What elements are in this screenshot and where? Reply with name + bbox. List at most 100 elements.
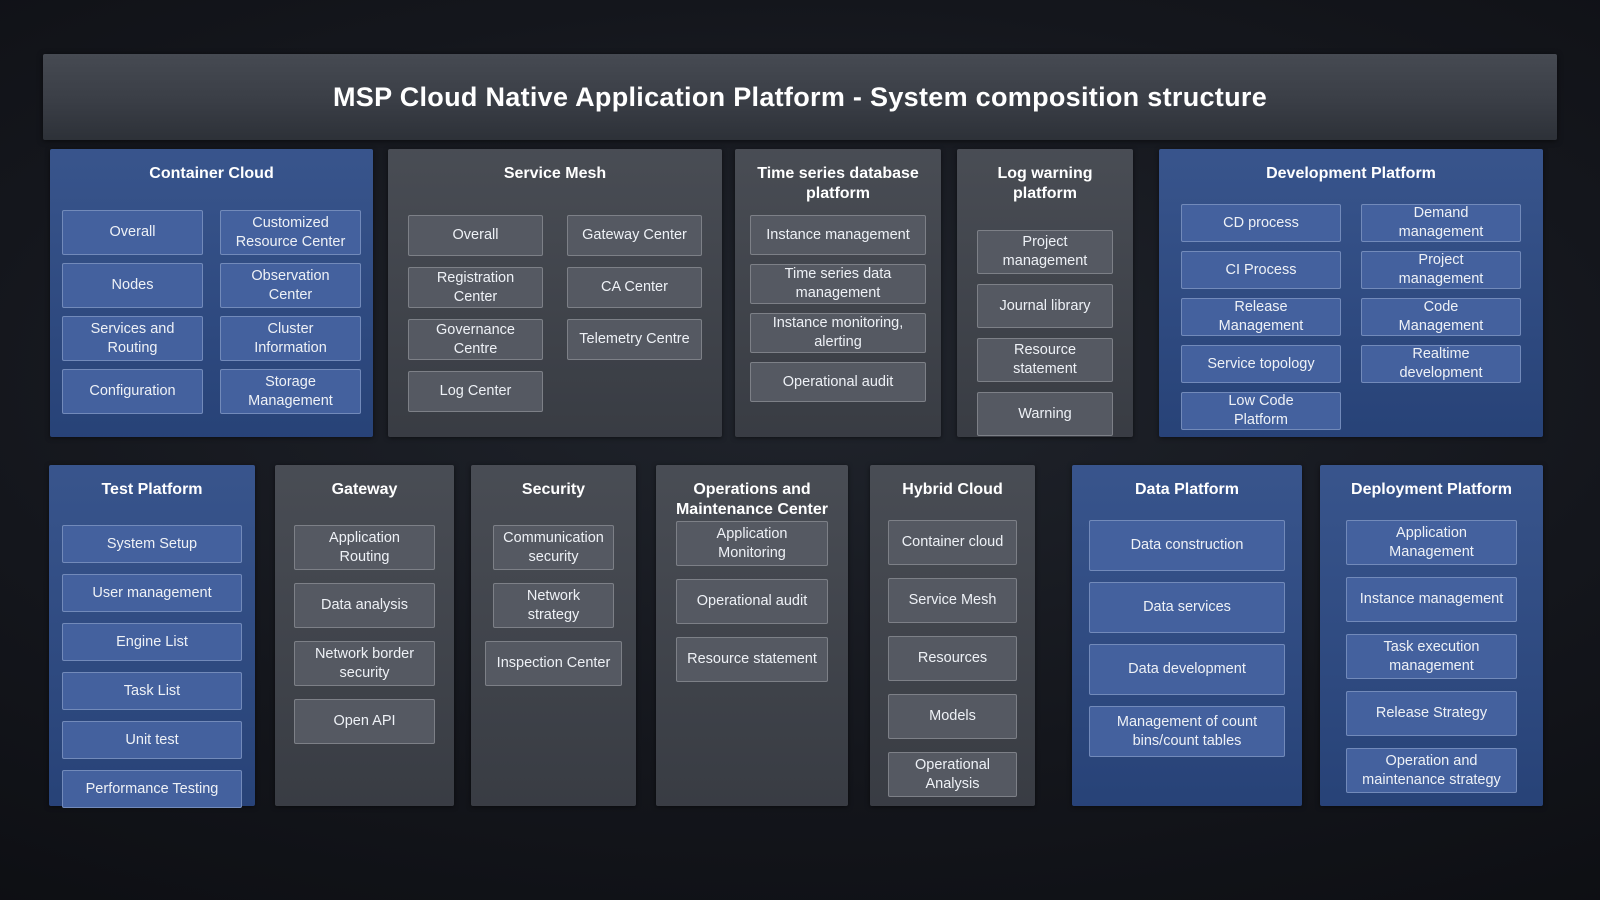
panel-body-service-mesh: Overall Gateway Center Registration Center… bbox=[388, 215, 722, 412]
diagram-title-bar: MSP Cloud Native Application Platform - … bbox=[43, 54, 1557, 140]
panel-title-security: Security bbox=[471, 465, 636, 500]
panel-title-time-series-database-platform: Time series database platform bbox=[735, 149, 941, 204]
panel-container-cloud: Container Cloud Overall Customized Resourc… bbox=[50, 149, 373, 437]
test-platform-item: Engine List bbox=[62, 623, 242, 661]
panel-hybrid-cloud: Hybrid Cloud Container cloud Service Mesh R… bbox=[870, 465, 1035, 806]
deployment-platform-item: Operation and maintenance strategy bbox=[1346, 748, 1517, 793]
log-warning-platform-item: Warning bbox=[977, 392, 1113, 436]
container-cloud-item: Services and Routing bbox=[62, 316, 203, 361]
service-mesh-item: Governance Centre bbox=[408, 319, 543, 360]
log-warning-platform-item: Project management bbox=[977, 230, 1113, 274]
development-platform-item: Service topology bbox=[1181, 345, 1341, 383]
panel-body-development-platform: CD process Demand management CI Process Pro… bbox=[1159, 204, 1543, 430]
log-warning-platform-item: Journal library bbox=[977, 284, 1113, 328]
panel-body-data-platform: Data construction Data services Data devel… bbox=[1072, 520, 1302, 757]
container-cloud-item: Configuration bbox=[62, 369, 203, 414]
hybrid-cloud-item: Service Mesh bbox=[888, 578, 1017, 623]
panel-title-data-platform: Data Platform bbox=[1072, 465, 1302, 500]
panel-deployment-platform: Deployment Platform Application Managemen… bbox=[1320, 465, 1543, 806]
service-mesh-item: Gateway Center bbox=[567, 215, 702, 256]
time-series-database-platform-item: Instance monitoring, alerting bbox=[750, 313, 926, 353]
security-item: Inspection Center bbox=[485, 641, 622, 686]
service-mesh-item: Telemetry Centre bbox=[567, 319, 702, 360]
service-mesh-item: Log Center bbox=[408, 371, 543, 412]
test-platform-item: Unit test bbox=[62, 721, 242, 759]
panel-title-test-platform: Test Platform bbox=[49, 465, 255, 500]
diagram-canvas: MSP Cloud Native Application Platform - … bbox=[0, 0, 1600, 900]
deployment-platform-item: Application Management bbox=[1346, 520, 1517, 565]
gateway-item: Application Routing bbox=[294, 525, 435, 570]
hybrid-cloud-item: Operational Analysis bbox=[888, 752, 1017, 797]
hybrid-cloud-item: Container cloud bbox=[888, 520, 1017, 565]
container-cloud-item: Storage Management bbox=[220, 369, 361, 414]
panel-body-security: Communication securityNetwork strategyIn… bbox=[471, 525, 636, 686]
service-mesh-item: CA Center bbox=[567, 267, 702, 308]
panel-body-hybrid-cloud: Container cloud Service Mesh Resources Mode… bbox=[870, 520, 1035, 797]
panel-title-container-cloud: Container Cloud bbox=[50, 149, 373, 184]
panel-operations-and-maintenance-center: Operations and Maintenance CenterApplica… bbox=[656, 465, 848, 806]
log-warning-platform-item: Resource statement bbox=[977, 338, 1113, 382]
operations-and-maintenance-center-item: Application Monitoring bbox=[676, 521, 828, 566]
container-cloud-item: Customized Resource Center bbox=[220, 210, 361, 255]
development-platform-item: Project management bbox=[1361, 251, 1521, 289]
panel-title-hybrid-cloud: Hybrid Cloud bbox=[870, 465, 1035, 500]
test-platform-item: Task List bbox=[62, 672, 242, 710]
deployment-platform-item: Instance management bbox=[1346, 577, 1517, 622]
development-platform-item: Code Management bbox=[1361, 298, 1521, 336]
data-platform-item: Data services bbox=[1089, 582, 1285, 633]
panel-title-log-warning-platform: Log warning platform bbox=[957, 149, 1133, 204]
panel-development-platform: Development Platform CD process Demand man… bbox=[1159, 149, 1543, 437]
container-cloud-item: Observation Center bbox=[220, 263, 361, 308]
time-series-database-platform-item: Operational audit bbox=[750, 362, 926, 402]
deployment-platform-item: Task execution management bbox=[1346, 634, 1517, 679]
development-platform-item: CI Process bbox=[1181, 251, 1341, 289]
panel-body-gateway: Application Routing Data analysis Network … bbox=[275, 525, 454, 744]
panel-title-development-platform: Development Platform bbox=[1159, 149, 1543, 184]
panel-service-mesh: Service Mesh Overall Gateway Center Registr… bbox=[388, 149, 722, 437]
deployment-platform-item: Release Strategy bbox=[1346, 691, 1517, 736]
gateway-item: Data analysis bbox=[294, 583, 435, 628]
panel-log-warning-platform: Log warning platform Project management Jo… bbox=[957, 149, 1133, 437]
development-platform-item: Realtime development bbox=[1361, 345, 1521, 383]
operations-and-maintenance-center-item: Resource statement bbox=[676, 637, 828, 682]
time-series-database-platform-item: Instance management bbox=[750, 215, 926, 255]
hybrid-cloud-item: Resources bbox=[888, 636, 1017, 681]
panel-body-time-series-database-platform: Instance management Time series data mana… bbox=[735, 215, 941, 402]
gateway-item: Network border security bbox=[294, 641, 435, 686]
container-cloud-item: Cluster Information bbox=[220, 316, 361, 361]
development-platform-item: Demand management bbox=[1361, 204, 1521, 242]
panel-security: Security Communication securityNetwork st… bbox=[471, 465, 636, 806]
panel-body-test-platform: System Setup User management Engine List Ta… bbox=[49, 525, 255, 808]
panel-title-operations-and-maintenance-center: Operations and Maintenance Center bbox=[656, 465, 848, 520]
data-platform-item: Data development bbox=[1089, 644, 1285, 695]
hybrid-cloud-item: Models bbox=[888, 694, 1017, 739]
test-platform-item: Performance Testing bbox=[62, 770, 242, 808]
gateway-item: Open API bbox=[294, 699, 435, 744]
panel-title-deployment-platform: Deployment Platform bbox=[1320, 465, 1543, 500]
diagram-title: MSP Cloud Native Application Platform - … bbox=[333, 82, 1267, 113]
service-mesh-item: Registration Center bbox=[408, 267, 543, 308]
panel-time-series-database-platform: Time series database platform Instance ma… bbox=[735, 149, 941, 437]
service-mesh-item: Overall bbox=[408, 215, 543, 256]
panel-body-operations-and-maintenance-center: Application Monitoring Operational audit R… bbox=[656, 521, 848, 682]
panel-body-deployment-platform: Application Management Instance managemen… bbox=[1320, 520, 1543, 793]
panel-body-container-cloud: Overall Customized Resource Center Nodes Ob… bbox=[50, 210, 373, 414]
panel-body-log-warning-platform: Project management Journal library Resourc… bbox=[957, 230, 1133, 436]
development-platform-item: Low Code Platform bbox=[1181, 392, 1341, 430]
panel-test-platform: Test Platform System Setup User management… bbox=[49, 465, 255, 806]
panel-gateway: Gateway Application Routing Data analysis N… bbox=[275, 465, 454, 806]
security-item: Communication security bbox=[493, 525, 614, 570]
container-cloud-item: Nodes bbox=[62, 263, 203, 308]
panel-title-service-mesh: Service Mesh bbox=[388, 149, 722, 184]
test-platform-item: System Setup bbox=[62, 525, 242, 563]
development-platform-item: CD process bbox=[1181, 204, 1341, 242]
data-platform-item: Data construction bbox=[1089, 520, 1285, 571]
development-platform-item: Release Management bbox=[1181, 298, 1341, 336]
operations-and-maintenance-center-item: Operational audit bbox=[676, 579, 828, 624]
panel-data-platform: Data Platform Data construction Data servi… bbox=[1072, 465, 1302, 806]
time-series-database-platform-item: Time series data management bbox=[750, 264, 926, 304]
data-platform-item: Management of count bins/count tables bbox=[1089, 706, 1285, 757]
panel-title-gateway: Gateway bbox=[275, 465, 454, 500]
container-cloud-item: Overall bbox=[62, 210, 203, 255]
test-platform-item: User management bbox=[62, 574, 242, 612]
